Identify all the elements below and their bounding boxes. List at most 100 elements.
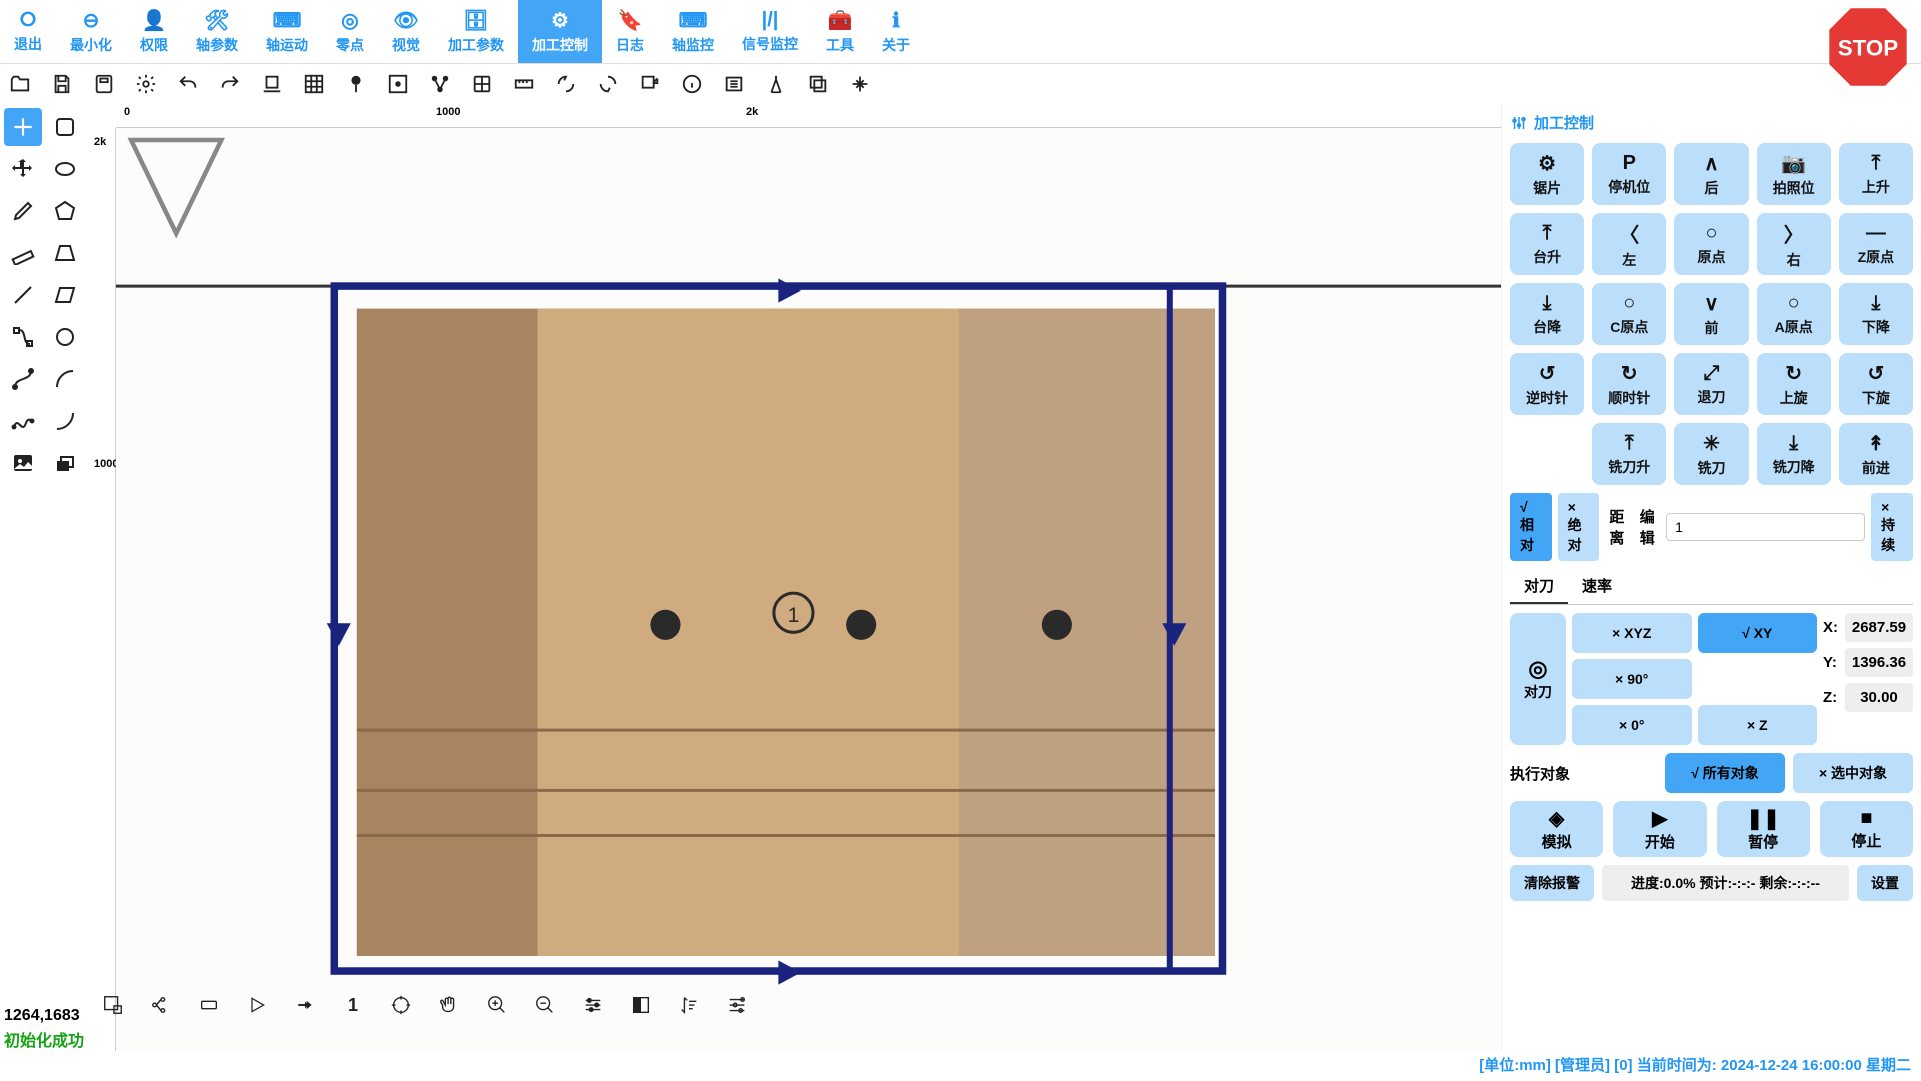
- bt-play-icon[interactable]: [244, 995, 270, 1015]
- tab-knife[interactable]: 对刀: [1510, 569, 1568, 604]
- knife-main-button[interactable]: ◎ 对刀: [1510, 613, 1566, 745]
- relative-toggle[interactable]: √ 相对: [1510, 493, 1552, 561]
- tool-ellipse[interactable]: [46, 150, 84, 188]
- menu-9[interactable]: 🔖日志: [602, 0, 658, 63]
- ctrl-上旋[interactable]: ↻上旋: [1757, 353, 1831, 415]
- ctrl-锯片[interactable]: ⚙锯片: [1510, 143, 1584, 205]
- grid2-icon[interactable]: [470, 72, 494, 96]
- measure-icon[interactable]: [512, 72, 536, 96]
- tool-bezier[interactable]: [4, 318, 42, 356]
- menu-0[interactable]: ⭘退出: [0, 0, 56, 63]
- compass-icon[interactable]: [764, 72, 788, 96]
- ctrl-左[interactable]: 〈左: [1592, 213, 1666, 275]
- menu-13[interactable]: ℹ关于: [868, 0, 924, 63]
- open-icon[interactable]: [8, 72, 32, 96]
- add-point-icon[interactable]: [386, 72, 410, 96]
- settings-icon[interactable]: [134, 72, 158, 96]
- align-icon[interactable]: [260, 72, 284, 96]
- menu-2[interactable]: 👤权限: [126, 0, 182, 63]
- bt-zoomin-icon[interactable]: [484, 994, 510, 1016]
- save-icon[interactable]: [50, 72, 74, 96]
- bt-filter-icon[interactable]: [724, 994, 750, 1016]
- bt-measure-icon[interactable]: [196, 994, 222, 1016]
- bt-zoomout-icon[interactable]: [532, 994, 558, 1016]
- continue-toggle[interactable]: × 持续: [1871, 493, 1913, 561]
- copy-icon[interactable]: [806, 72, 830, 96]
- menu-8[interactable]: ⚙加工控制: [518, 0, 602, 63]
- ctrl-Z原点[interactable]: —Z原点: [1839, 213, 1913, 275]
- tool-layers[interactable]: [46, 444, 84, 482]
- knife-90[interactable]: × 90°: [1572, 659, 1692, 699]
- ctrl-拍照位[interactable]: 📷拍照位: [1757, 143, 1831, 205]
- tool-rect[interactable]: [46, 108, 84, 146]
- edit-label[interactable]: 编辑: [1636, 506, 1660, 548]
- tool-line[interactable]: [4, 276, 42, 314]
- simulate-button[interactable]: ◈模拟: [1510, 801, 1603, 857]
- bt-contrast-icon[interactable]: [628, 994, 654, 1016]
- ctrl-台降[interactable]: ⤓台降: [1510, 283, 1584, 345]
- rotate2-icon[interactable]: [596, 72, 620, 96]
- start-button[interactable]: ▶开始: [1613, 801, 1706, 857]
- ctrl-A原点[interactable]: ○A原点: [1757, 283, 1831, 345]
- stop-button[interactable]: STOP: [1825, 4, 1911, 90]
- export-icon[interactable]: [638, 72, 662, 96]
- tool-curve[interactable]: [4, 360, 42, 398]
- settings-button[interactable]: 设置: [1857, 865, 1913, 901]
- tool-arc[interactable]: [46, 360, 84, 398]
- canvas[interactable]: 1: [116, 128, 1501, 1051]
- bt-step-number[interactable]: 1: [340, 995, 366, 1016]
- ctrl-下旋[interactable]: ↺下旋: [1839, 353, 1913, 415]
- ctrl-铣刀升[interactable]: ⤒铣刀升: [1592, 423, 1666, 485]
- tool-parallelogram[interactable]: [46, 276, 84, 314]
- center-icon[interactable]: [848, 72, 872, 96]
- bt-arrow-icon[interactable]: [292, 995, 318, 1015]
- info-icon[interactable]: [680, 72, 704, 96]
- knife-xyz[interactable]: × XYZ: [1572, 613, 1692, 653]
- menu-3[interactable]: 🛠轴参数: [182, 0, 252, 63]
- knife-xy[interactable]: √ XY: [1698, 613, 1818, 653]
- tool-move[interactable]: [4, 150, 42, 188]
- nodes-icon[interactable]: [428, 72, 452, 96]
- bt-target-icon[interactable]: [388, 994, 414, 1016]
- tool-cross[interactable]: [4, 108, 42, 146]
- ctrl-逆时针[interactable]: ↺逆时针: [1510, 353, 1584, 415]
- distance-input[interactable]: [1666, 513, 1865, 541]
- menu-5[interactable]: ◎零点: [322, 0, 378, 63]
- tool-arc2[interactable]: [46, 402, 84, 440]
- ctrl-下降[interactable]: ⤓下降: [1839, 283, 1913, 345]
- tool-trapezoid[interactable]: [46, 234, 84, 272]
- tab-rate[interactable]: 速率: [1568, 569, 1626, 604]
- pin-icon[interactable]: [344, 72, 368, 96]
- undo-icon[interactable]: [176, 72, 200, 96]
- bt-nodes-icon[interactable]: [148, 994, 174, 1016]
- ctrl-顺时针[interactable]: ↻顺时针: [1592, 353, 1666, 415]
- tool-circle[interactable]: [46, 318, 84, 356]
- menu-10[interactable]: ⌨轴监控: [658, 0, 728, 63]
- ctrl-台升[interactable]: ⤒台升: [1510, 213, 1584, 275]
- tool-ruler[interactable]: [4, 234, 42, 272]
- menu-4[interactable]: ⌨轴运动: [252, 0, 322, 63]
- saveas-icon[interactable]: [92, 72, 116, 96]
- pause-button[interactable]: ❚❚暂停: [1717, 801, 1810, 857]
- knife-z[interactable]: × Z: [1698, 705, 1818, 745]
- knife-0[interactable]: × 0°: [1572, 705, 1692, 745]
- rotate1-icon[interactable]: [554, 72, 578, 96]
- ctrl-C原点[interactable]: ○C原点: [1592, 283, 1666, 345]
- clear-alarm-button[interactable]: 清除报警: [1510, 865, 1594, 901]
- ctrl-前进[interactable]: ↟前进: [1839, 423, 1913, 485]
- exec-all[interactable]: √ 所有对象: [1665, 753, 1785, 793]
- bt-hand-icon[interactable]: [436, 994, 462, 1016]
- bt-sliders-icon[interactable]: [580, 994, 606, 1016]
- ctrl-原点[interactable]: ○原点: [1674, 213, 1748, 275]
- menu-1[interactable]: ⊖最小化: [56, 0, 126, 63]
- menu-6[interactable]: 👁视觉: [378, 0, 434, 63]
- tool-pencil[interactable]: [4, 192, 42, 230]
- absolute-toggle[interactable]: × 绝对: [1558, 493, 1600, 561]
- ctrl-停机位[interactable]: P停机位: [1592, 143, 1666, 205]
- ctrl-右[interactable]: 〉右: [1757, 213, 1831, 275]
- exec-selected[interactable]: × 选中对象: [1793, 753, 1913, 793]
- tool-spline[interactable]: [4, 402, 42, 440]
- list-icon[interactable]: [722, 72, 746, 96]
- grid-icon[interactable]: [302, 72, 326, 96]
- ctrl-上升[interactable]: ⤒上升: [1839, 143, 1913, 205]
